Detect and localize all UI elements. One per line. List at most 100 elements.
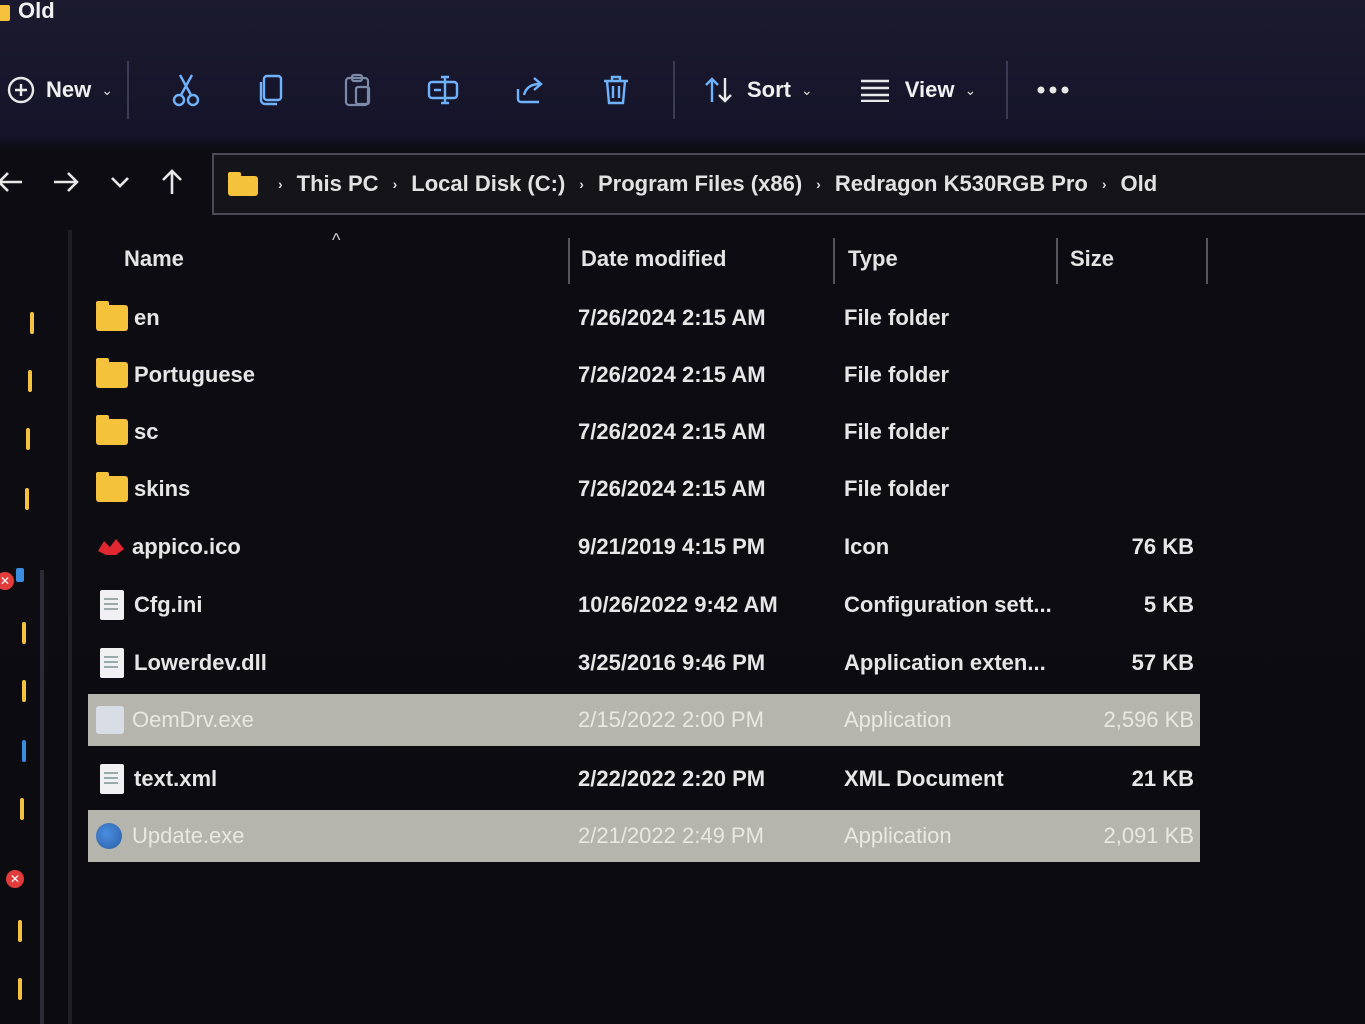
sort-label: Sort — [746, 77, 791, 102]
toolbar-divider — [126, 61, 129, 119]
arrow-up-icon — [162, 169, 182, 194]
plus-circle-icon — [7, 76, 35, 104]
recent-locations-button[interactable] — [100, 160, 140, 204]
breadcrumb-program-files[interactable]: Program Files (x86) — [598, 171, 802, 197]
cut-icon — [172, 74, 200, 107]
column-name[interactable]: Name — [114, 230, 584, 288]
more-options-button[interactable] — [1036, 62, 1070, 118]
column-date-label: Date modified — [581, 246, 727, 271]
chevron-right-icon: › — [1101, 176, 1107, 192]
breadcrumb-local-disk[interactable]: Local Disk (C:) — [411, 171, 565, 197]
chevron-down-icon: ⌄ — [101, 81, 113, 98]
breadcrumb-redragon[interactable]: Redragon K530RGB Pro — [835, 171, 1088, 197]
view-icon — [860, 79, 889, 102]
file-type: XML Document — [844, 766, 1004, 791]
document-icon — [100, 648, 124, 678]
column-type[interactable]: Type — [838, 230, 1056, 288]
file-size: 57 KB — [1131, 650, 1194, 675]
file-row[interactable]: skins 7/26/2024 2:15 AM File folder — [88, 463, 1200, 515]
pin-marker — [22, 622, 26, 644]
file-date: 2/15/2022 2:00 PM — [578, 707, 764, 732]
column-divider[interactable] — [1056, 238, 1058, 284]
forward-button[interactable] — [46, 160, 86, 204]
file-row[interactable]: text.xml 2/22/2022 2:20 PM XML Document 21 … — [88, 753, 1200, 805]
scrollbar[interactable] — [40, 570, 44, 1024]
sort-icon — [705, 77, 732, 103]
file-date: 3/25/2016 9:46 PM — [578, 650, 766, 675]
file-name-cell: text.xml — [96, 764, 217, 794]
file-name: appico.ico — [132, 534, 241, 559]
file-name: Cfg.ini — [134, 592, 203, 617]
column-divider[interactable] — [833, 238, 835, 284]
copy-button[interactable] — [229, 62, 315, 118]
chevron-right-icon: › — [816, 176, 821, 192]
error-badge-icon: ✕ — [0, 572, 14, 590]
file-name: Portuguese — [134, 362, 256, 387]
command-bar: New ⌄ Sort ⌄ View ⌄ — [0, 55, 1365, 125]
file-row[interactable]: Cfg.ini 10/26/2022 9:42 AM Configuration s… — [88, 579, 1200, 631]
file-size: 21 KB — [1131, 766, 1194, 791]
folder-icon — [96, 358, 128, 388]
file-row[interactable]: Lowerdev.dll 3/25/2016 9:46 PM Application… — [88, 637, 1200, 689]
arrow-right-icon — [54, 172, 79, 192]
rename-button[interactable] — [401, 62, 487, 118]
file-date: 7/26/2024 2:15 AM — [578, 419, 766, 444]
pin-marker — [30, 312, 34, 334]
file-date: 7/26/2024 2:15 AM — [578, 362, 766, 387]
address-bar[interactable]: › This PC › Local Disk (C:) › Program Fi… — [212, 153, 1365, 215]
chevron-down-icon — [111, 177, 129, 188]
view-button[interactable]: View ⌄ — [859, 62, 976, 118]
delete-button[interactable] — [573, 62, 659, 118]
sort-button[interactable]: Sort ⌄ — [703, 62, 813, 118]
pin-marker — [20, 798, 24, 820]
column-type-label: Type — [848, 246, 898, 271]
file-type: File folder — [844, 305, 950, 330]
column-divider[interactable] — [568, 238, 570, 284]
file-row[interactable]: Update.exe 2/21/2022 2:49 PM Application 2,… — [88, 810, 1200, 862]
file-name: sc — [134, 419, 159, 444]
sort-ascending-icon: ^ — [332, 230, 341, 250]
folder-icon — [0, 5, 10, 21]
file-row[interactable]: en 7/26/2024 2:15 AM File folder — [88, 292, 1200, 344]
file-size: 5 KB — [1143, 592, 1194, 617]
file-size: 76 KB — [1131, 534, 1194, 559]
file-row[interactable]: OemDrv.exe 2/15/2022 2:00 PM Application 2,… — [88, 694, 1200, 746]
column-size-label: Size — [1070, 246, 1115, 271]
file-row[interactable]: Portuguese 7/26/2024 2:15 AM File folder — [88, 349, 1200, 401]
file-name-cell: skins — [96, 472, 190, 502]
new-button[interactable]: New ⌄ — [6, 62, 113, 118]
pin-marker — [25, 488, 29, 510]
paste-button[interactable] — [315, 62, 401, 118]
file-type: Application — [844, 707, 952, 732]
back-button[interactable] — [0, 160, 30, 204]
column-size[interactable]: Size — [1060, 230, 1206, 288]
navigation-pane[interactable]: ✕ ✕ — [0, 230, 72, 1024]
up-button[interactable] — [152, 160, 192, 204]
installer-icon — [96, 823, 122, 849]
file-name: Lowerdev.dll — [134, 650, 267, 675]
file-name: en — [134, 305, 160, 330]
chevron-right-icon: › — [579, 176, 584, 192]
file-row[interactable]: appico.ico 9/21/2019 4:15 PM Icon 76 KB — [88, 521, 1200, 573]
file-name-cell: OemDrv.exe — [96, 706, 254, 734]
folder-icon — [96, 472, 128, 502]
column-divider[interactable] — [1206, 238, 1208, 284]
share-button[interactable] — [487, 62, 573, 118]
breadcrumb-old[interactable]: Old — [1121, 171, 1158, 197]
more-icon — [1037, 86, 1069, 94]
breadcrumb-this-pc[interactable]: This PC — [297, 171, 379, 197]
folder-icon — [228, 172, 258, 196]
folder-icon — [96, 415, 128, 445]
file-explorer-window: Old New ⌄ Sort ⌄ View ⌄ › This PC › Loca… — [0, 0, 1365, 1024]
share-icon — [516, 77, 543, 104]
pin-marker — [22, 680, 26, 702]
column-date-modified[interactable]: Date modified — [571, 230, 833, 288]
pin-marker — [28, 370, 32, 392]
file-type: File folder — [844, 362, 950, 387]
cut-button[interactable] — [143, 62, 229, 118]
file-type: File folder — [844, 476, 950, 501]
chevron-right-icon: › — [392, 176, 398, 192]
file-row[interactable]: sc 7/26/2024 2:15 AM File folder — [88, 406, 1200, 458]
pin-marker — [18, 978, 22, 1000]
paste-icon — [344, 73, 371, 107]
